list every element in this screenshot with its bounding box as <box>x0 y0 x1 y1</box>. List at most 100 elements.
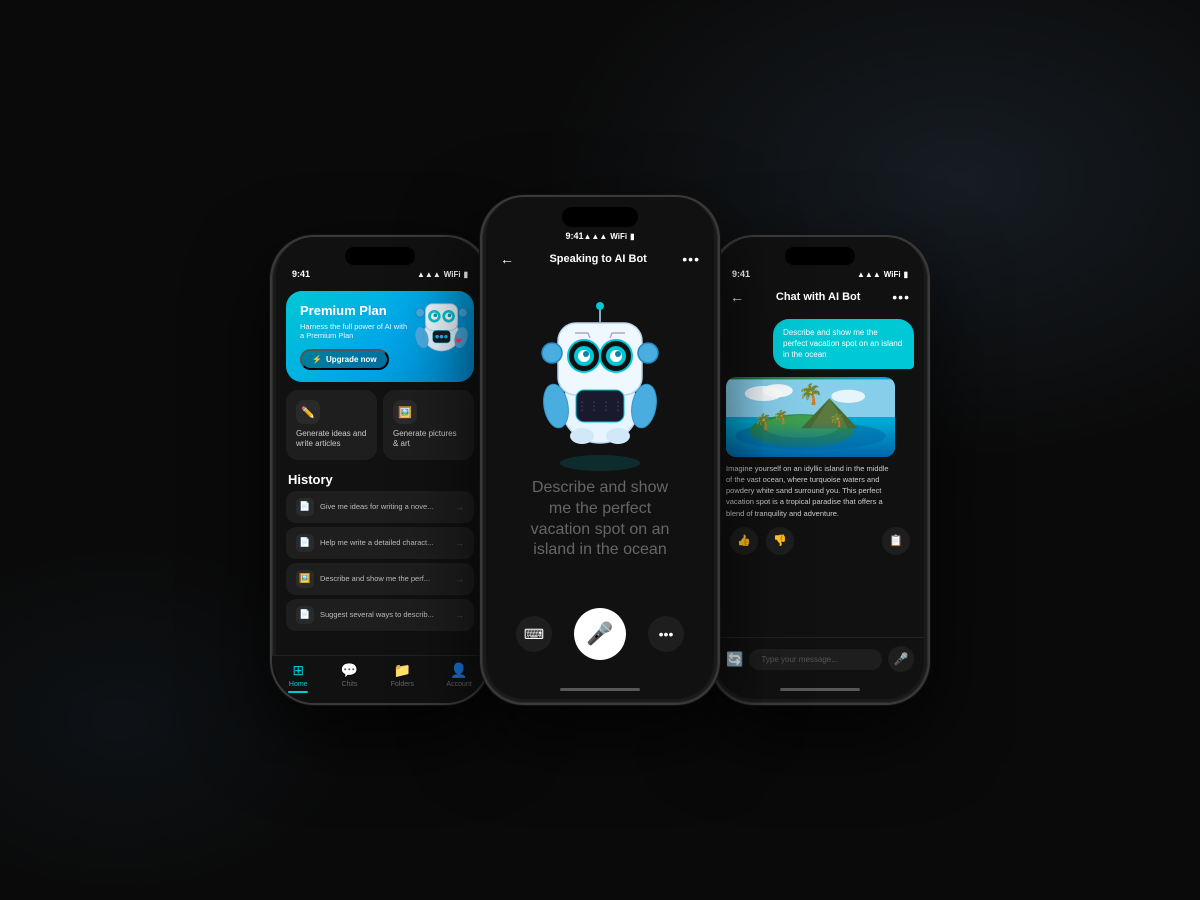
home-indicator-right <box>780 688 860 691</box>
nav-account[interactable]: 👤 Account <box>446 662 471 693</box>
svg-text:⋮⋮: ⋮⋮ <box>576 399 600 413</box>
history-item-3[interactable]: 🖼️ Describe and show me the perf... → <box>286 563 474 595</box>
history-text-1: Give me ideas for writing a nove... <box>320 502 449 511</box>
home-label: Home <box>289 681 308 688</box>
history-title: History <box>276 466 484 491</box>
signal-icon: ▲▲▲ <box>417 270 441 279</box>
nav-chats[interactable]: 💬 Chits <box>341 662 358 693</box>
thumbs-up-button[interactable]: 👍 <box>730 527 758 555</box>
voice-screen-title: Speaking to AI Bot <box>549 253 646 265</box>
robot-large: ⋮⋮ ⋮⋮ <box>520 278 680 468</box>
time-right: 9:41 <box>732 269 750 279</box>
status-bar-center: 9:41 ▲▲▲ WiFi ▮ <box>550 227 651 245</box>
feature-card-art[interactable]: 🖼️ Generate pictures & art <box>383 390 474 460</box>
more-button[interactable]: ••• <box>648 616 684 652</box>
doc-icon-2: 📄 <box>296 534 314 552</box>
upgrade-button[interactable]: ⚡ Upgrade now <box>300 349 389 370</box>
dots-icon: ••• <box>659 626 674 642</box>
premium-card: Premium Plan Harness the full power of A… <box>286 291 474 382</box>
keyboard-icon: ⌨ <box>524 626 544 643</box>
history-item-4[interactable]: 📄 Suggest several ways to describ... → <box>286 599 474 631</box>
more-options-right[interactable]: ••• <box>892 289 910 305</box>
account-label: Account <box>446 681 471 688</box>
chats-icon: 💬 <box>341 662 358 679</box>
arrow-icon-2: → <box>455 538 464 548</box>
history-text-4: Suggest several ways to describ... <box>320 610 449 619</box>
wifi-icon-r: WiFi <box>884 270 901 279</box>
arrow-icon-4: → <box>455 610 464 620</box>
input-placeholder: Type your message... <box>761 655 837 664</box>
arrow-icon-1: → <box>455 502 464 512</box>
battery-icon-r: ▮ <box>904 270 908 279</box>
back-button-center[interactable]: ← <box>500 251 514 267</box>
ideas-label: Generate ideas and write articles <box>296 429 367 450</box>
premium-subtitle: Harness the full power of AI with a Prem… <box>300 322 410 342</box>
history-item-2[interactable]: 📄 Help me write a detailed charact... → <box>286 527 474 559</box>
thumbs-down-button[interactable]: 👎 <box>766 527 794 555</box>
mic-icon-chat: 🎤 <box>894 652 909 666</box>
chat-screen-title: Chat with AI Bot <box>776 291 861 303</box>
voice-text: Describe and show me the perfect vacatio… <box>506 478 694 561</box>
status-icons-left: ▲▲▲ WiFi ▮ <box>417 270 468 279</box>
feedback-row: 👍 👎 📋 <box>726 527 914 555</box>
svg-text:❤: ❤ <box>455 336 463 346</box>
nav-folders[interactable]: 📁 Folders <box>391 662 414 693</box>
robot-thumbnail: ❤ <box>404 291 474 366</box>
chat-nav-header: ← Chat with AI Bot ••• <box>716 283 924 311</box>
history-text-2: Help me write a detailed charact... <box>320 538 449 547</box>
home-icon: ⊞ <box>292 662 304 679</box>
folders-label: Folders <box>391 681 414 688</box>
doc-icon-1: 📄 <box>296 498 314 516</box>
back-button-right[interactable]: ← <box>730 289 744 305</box>
upgrade-label: Upgrade now <box>326 355 377 364</box>
voice-controls: ⌨ 🎤 ••• <box>486 588 714 680</box>
battery-icon-c: ▮ <box>630 232 634 241</box>
chats-label: Chits <box>341 681 357 688</box>
user-message: Describe and show me the perfect vacatio… <box>773 319 914 369</box>
time-center: 9:41 <box>566 231 584 241</box>
refresh-icon: 🔄 <box>726 651 743 668</box>
phone-right: 9:41 ▲▲▲ WiFi ▮ ← Chat with AI Bot ••• D… <box>710 235 930 705</box>
copy-button[interactable]: 📋 <box>882 527 910 555</box>
svg-text:🌴: 🌴 <box>829 412 845 427</box>
history-text-3: Describe and show me the perf... <box>320 574 449 583</box>
chat-screen: 9:41 ▲▲▲ WiFi ▮ ← Chat with AI Bot ••• D… <box>716 237 924 699</box>
mic-button[interactable]: 🎤 <box>574 608 626 660</box>
history-item-1[interactable]: 📄 Give me ideas for writing a nove... → <box>286 491 474 523</box>
chat-input-container[interactable]: Type your message... <box>749 649 882 670</box>
home-screen: 9:41 ▲▲▲ WiFi ▮ Premium Plan Harness the… <box>276 237 484 699</box>
status-bar-left: 9:41 ▲▲▲ WiFi ▮ <box>276 265 484 283</box>
folders-icon: 📁 <box>394 662 411 679</box>
nav-active-indicator <box>288 691 308 693</box>
phones-container: 9:41 ▲▲▲ WiFi ▮ Premium Plan Harness the… <box>270 195 930 705</box>
signal-icon-r: ▲▲▲ <box>857 270 881 279</box>
chat-input-bar: 🔄 Type your message... 🎤 <box>716 637 924 680</box>
chat-messages: Describe and show me the perfect vacatio… <box>716 311 924 637</box>
history-list: 📄 Give me ideas for writing a nove... → … <box>276 491 484 631</box>
feature-grid: ✏️ Generate ideas and write articles 🖼️ … <box>286 390 474 460</box>
nav-home[interactable]: ⊞ Home <box>288 662 308 693</box>
doc-icon-4: 📄 <box>296 606 314 624</box>
status-icons-center: ▲▲▲ WiFi ▮ <box>584 232 635 241</box>
keyboard-button[interactable]: ⌨ <box>516 616 552 652</box>
signal-icon-c: ▲▲▲ <box>584 232 608 241</box>
dynamic-island-right <box>785 247 855 265</box>
bolt-icon: ⚡ <box>312 355 322 364</box>
arrow-icon-3: → <box>455 574 464 584</box>
status-bar-right: 9:41 ▲▲▲ WiFi ▮ <box>716 265 924 283</box>
wifi-icon: WiFi <box>444 270 461 279</box>
bot-text: Imagine yourself on an idyllic island in… <box>726 463 895 519</box>
dynamic-island-center <box>562 207 638 227</box>
feature-card-ideas[interactable]: ✏️ Generate ideas and write articles <box>286 390 377 460</box>
more-options-center[interactable]: ••• <box>682 251 700 267</box>
chat-mic-button[interactable]: 🎤 <box>888 646 914 672</box>
voice-screen: 9:41 ▲▲▲ WiFi ▮ ← Speaking to AI Bot ••• <box>486 197 714 699</box>
voice-nav-header: ← Speaking to AI Bot ••• <box>486 245 714 273</box>
voice-text-container: Describe and show me the perfect vacatio… <box>486 478 714 561</box>
time-left: 9:41 <box>292 269 310 279</box>
dynamic-island-left <box>345 247 415 265</box>
bot-response-container: 🌴 🌴 🌴 Imagine yourself on an idyllic isl… <box>726 377 895 519</box>
home-indicator-center <box>560 688 640 691</box>
phone-left: 9:41 ▲▲▲ WiFi ▮ Premium Plan Harness the… <box>270 235 490 705</box>
art-label: Generate pictures & art <box>393 429 464 450</box>
